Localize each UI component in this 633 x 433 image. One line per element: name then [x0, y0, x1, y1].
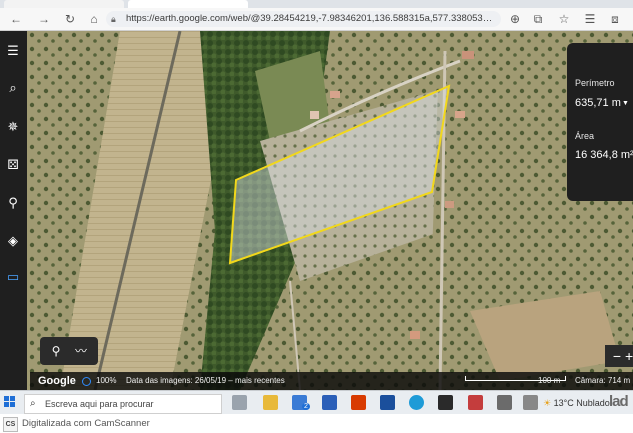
voyager-icon[interactable]: ✵: [3, 117, 23, 137]
collections-icon[interactable]: ⧈: [607, 11, 623, 27]
search-icon[interactable]: ⌕: [3, 78, 23, 98]
camscanner-logo: CS: [3, 417, 18, 432]
left-rail: ☰ ⌕ ✵ ⚄ ⚲ ◈ ▭: [0, 31, 27, 390]
perimeter-label: Perímetro: [575, 78, 615, 88]
address-url: https://earth.google.com/web/@39.2845421…: [126, 13, 496, 24]
office-icon[interactable]: [351, 395, 366, 410]
weather-icon: ☀: [543, 398, 552, 408]
weather-text: 13°C Nublado: [553, 398, 610, 408]
pegman-icon[interactable]: ⚲: [45, 342, 67, 360]
google-logo: Google: [38, 375, 76, 387]
imagery-date: Data das imagens: 26/05/19 – mais recent…: [126, 376, 285, 385]
perimeter-value: 635,71 m: [575, 97, 621, 109]
app-icon[interactable]: [438, 395, 453, 410]
layers-icon[interactable]: ◈: [3, 231, 23, 251]
browser-tab[interactable]: [4, 0, 124, 8]
projects-icon[interactable]: ⚲: [3, 193, 23, 213]
favorites-icon[interactable]: ☰: [582, 11, 598, 27]
elevation-icon[interactable]: 〰: [70, 342, 92, 360]
taskbar-search-placeholder: Escreva aqui para procurar: [45, 399, 154, 409]
windows-start-icon[interactable]: [4, 396, 16, 408]
edge-icon[interactable]: [409, 395, 424, 410]
file-explorer-icon[interactable]: [263, 395, 278, 410]
calendar-icon[interactable]: [322, 395, 337, 410]
browser-toolbar: ← → ↻ ⌂ 🔒︎ https://earth.google.com/web/…: [0, 8, 633, 31]
status-bar: Google 100% Data das imagens: 26/05/19 –…: [30, 372, 633, 390]
store-icon[interactable]: [380, 395, 395, 410]
reload-icon[interactable]: ↻: [62, 11, 78, 27]
feeling-lucky-icon[interactable]: ⚄: [3, 155, 23, 175]
camscanner-text: Digitalizada com CamScanner: [22, 418, 150, 429]
star-icon[interactable]: ☆: [556, 11, 572, 27]
notification-badge: 2: [302, 403, 310, 410]
loading-circle-icon: [82, 377, 91, 386]
zoom-in-button[interactable]: +: [625, 345, 633, 367]
scale-tick-right: [565, 376, 566, 381]
address-bar[interactable]: 🔒︎ https://earth.google.com/web/@39.2845…: [106, 11, 501, 27]
search-icon: ⌕: [30, 398, 36, 409]
units-dropdown-icon[interactable]: ▼: [622, 100, 629, 107]
weather-widget[interactable]: ☀ 13°C Nublado: [543, 391, 610, 415]
extensions-icon[interactable]: ⧉: [530, 11, 546, 27]
camscanner-watermark: CS Digitalizada com CamScanner: [0, 414, 633, 433]
task-view-icon[interactable]: [232, 395, 247, 410]
map-controls: ⚲ 〰: [40, 337, 98, 365]
scale-tick-left: [465, 376, 466, 381]
app-icon-gray-2[interactable]: [523, 395, 538, 410]
taskbar-search-box[interactable]: ⌕ Escreva aqui para procurar: [24, 394, 222, 414]
app-icon-red[interactable]: [468, 395, 483, 410]
windows-taskbar: ⌕ Escreva aqui para procurar 2 ☀ 13°C Nu…: [0, 390, 633, 415]
forward-icon[interactable]: →: [36, 11, 52, 27]
area-label: Área: [575, 131, 595, 141]
area-value: 16 364,8 m²: [575, 149, 633, 161]
lock-icon: 🔒︎: [111, 14, 116, 24]
browser-tab-strip: [0, 0, 633, 8]
home-icon[interactable]: ⌂: [86, 11, 102, 27]
lad-logo: lad: [609, 393, 629, 410]
load-percentage: 100%: [96, 376, 117, 385]
measure-icon[interactable]: ▭: [3, 267, 23, 287]
camera-altitude: Câmara: 714 m: [575, 376, 631, 385]
app-icon-gray[interactable]: [497, 395, 512, 410]
menu-icon[interactable]: ☰: [3, 41, 23, 61]
scale-label: 100 m: [538, 376, 561, 385]
browser-tab-active[interactable]: [128, 0, 248, 8]
zoom-icon[interactable]: ⊕: [507, 11, 523, 27]
back-icon[interactable]: ←: [8, 11, 24, 27]
measure-panel: Perímetro 635,71 m ▼ Área 16 364,8 m²: [567, 43, 633, 201]
